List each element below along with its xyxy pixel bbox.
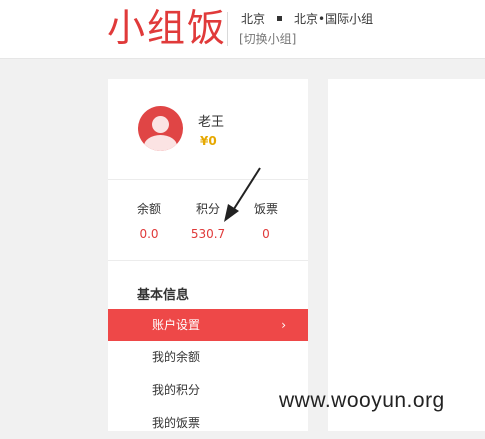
city-label[interactable]: 北京 xyxy=(241,10,265,27)
divider xyxy=(108,260,308,261)
group-name[interactable]: 北京•国际小组 xyxy=(294,10,373,27)
menu-item-label: 我的积分 xyxy=(152,383,201,397)
avatar-head-shape xyxy=(152,116,169,133)
location-row: 北京 北京•国际小组 xyxy=(241,10,373,27)
menu-item-my-tickets[interactable]: 我的饭票 xyxy=(108,407,308,439)
avatar-body-shape xyxy=(144,135,177,151)
separator-dot-icon xyxy=(277,16,283,21)
menu-item-my-balance[interactable]: 我的余额 xyxy=(108,341,308,373)
chevron-right-icon: › xyxy=(281,318,286,332)
watermark: www.wooyun.org xyxy=(279,389,445,412)
top-header: 小组饭 北京 北京•国际小组 [切换小组] xyxy=(0,0,485,59)
switch-group-link[interactable]: [切换小组] xyxy=(239,30,296,47)
menu-item-account-settings[interactable]: 账户设置 › xyxy=(108,309,308,341)
menu-item-my-points[interactable]: 我的积分 xyxy=(108,374,308,406)
header-divider xyxy=(227,12,228,46)
vip-badge: ¥0 xyxy=(200,134,217,148)
username: 老王 xyxy=(198,115,225,130)
menu-item-label: 账户设置 xyxy=(152,318,201,332)
annotation-arrow-icon xyxy=(224,167,261,222)
section-title: 基本信息 xyxy=(137,288,190,303)
account-sidebar: 老王 ¥0 余额 0.0 积分 530.7 饭票 0 基本信息 账户设置 › 我… xyxy=(108,79,308,431)
menu-item-label: 我的余额 xyxy=(152,350,201,364)
menu-item-label: 我的饭票 xyxy=(152,416,201,430)
main-content-panel xyxy=(328,79,485,431)
avatar[interactable] xyxy=(138,106,183,151)
site-logo[interactable]: 小组饭 xyxy=(107,4,227,52)
